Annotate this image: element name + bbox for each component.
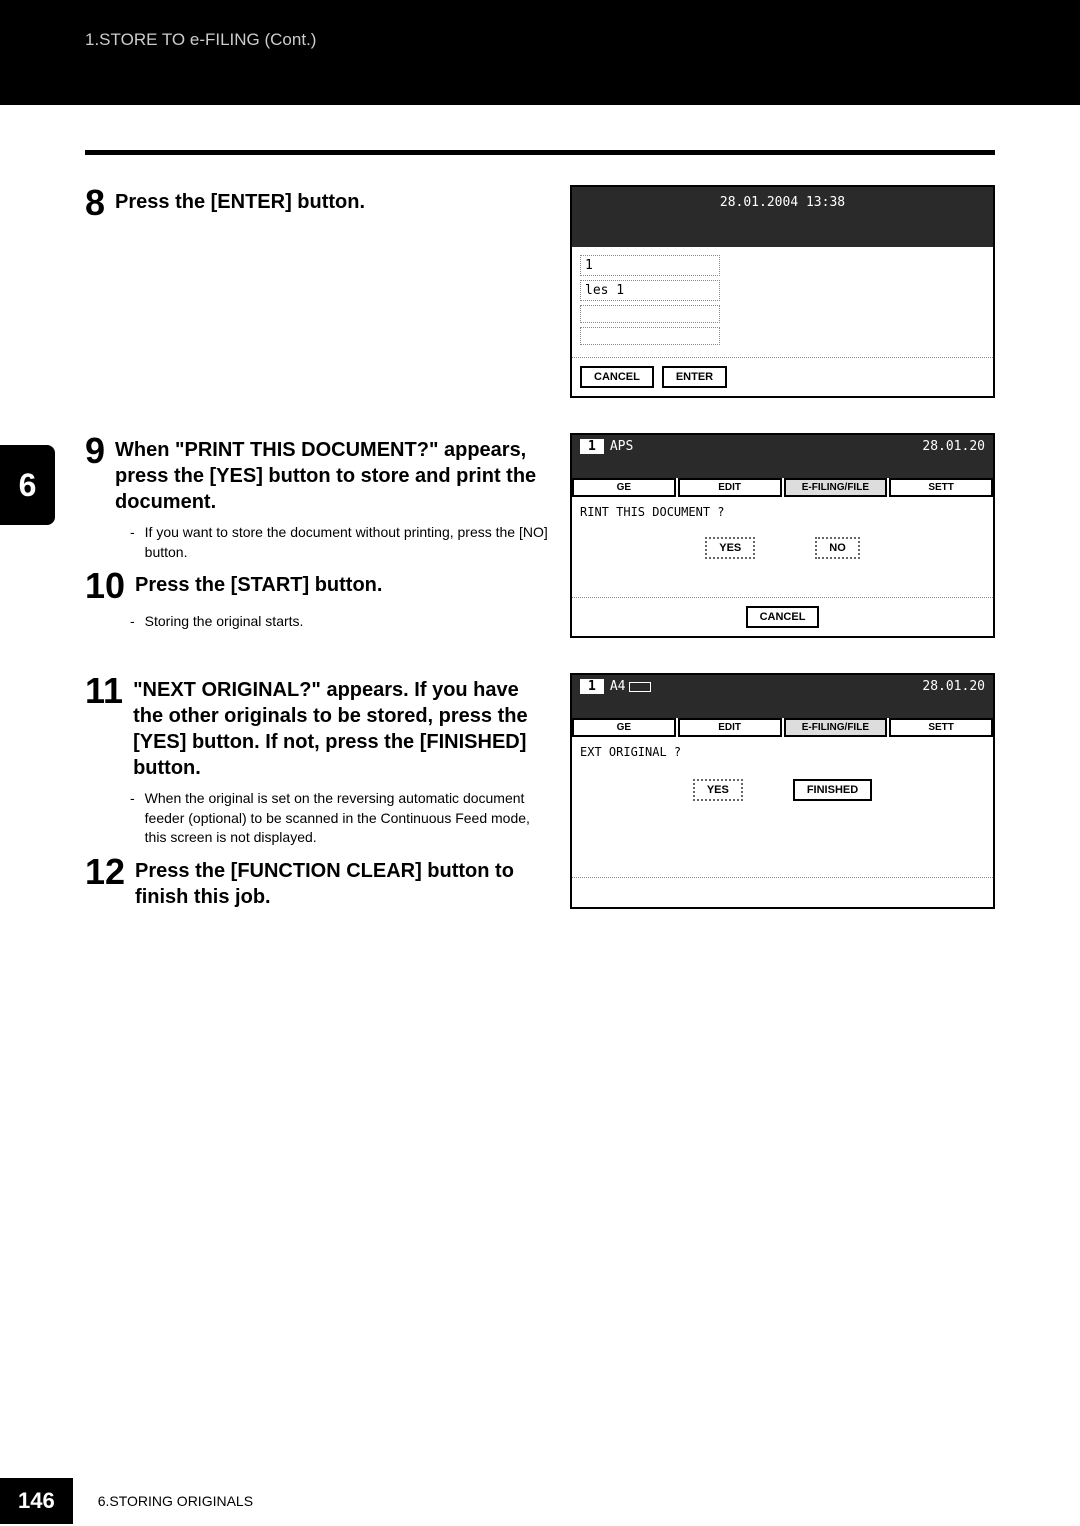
divider-rule — [85, 150, 995, 155]
page-footer: 146 6.STORING ORIGINALS — [0, 1476, 1080, 1526]
footer-chapter: 6.STORING ORIGINALS — [98, 1493, 253, 1509]
tab-ge[interactable]: GE — [572, 718, 676, 737]
screenshot-enter: 28.01.2004 13:38 1 les 1 CANCEL ENTER — [570, 185, 995, 398]
lcd-mode: APS — [610, 439, 633, 454]
lcd-field — [580, 305, 720, 323]
step-8: 8 Press the [ENTER] button. 28.01.2004 1… — [85, 185, 995, 398]
bullet-dash: - — [130, 523, 135, 562]
step-bullet: - If you want to store the document with… — [130, 523, 550, 562]
screenshot-next-original: 1 A4 28.01.20 GE EDIT E-FILING/FILE SETT… — [570, 673, 995, 909]
lcd-badge: 1 — [580, 439, 604, 454]
lcd-badge: 1 — [580, 679, 604, 694]
lcd-prompt: RINT THIS DOCUMENT ? — [580, 505, 985, 519]
no-button[interactable]: NO — [815, 537, 860, 559]
screenshot-print-doc: 1 APS 28.01.20 GE EDIT E-FILING/FILE SET… — [570, 433, 995, 638]
page-number: 146 — [0, 1478, 73, 1524]
content-area: 8 Press the [ENTER] button. 28.01.2004 1… — [0, 105, 1080, 910]
step-title: "NEXT ORIGINAL?" appears. If you have th… — [133, 673, 550, 781]
lcd-tabs: GE EDIT E-FILING/FILE SETT — [572, 718, 993, 737]
tab-ge[interactable]: GE — [572, 478, 676, 497]
lcd-field: 1 — [580, 255, 720, 276]
paper-icon — [629, 682, 651, 692]
bullet-text: If you want to store the document withou… — [145, 523, 550, 562]
step-bullet: - When the original is set on the revers… — [130, 789, 550, 848]
cancel-button[interactable]: CANCEL — [746, 606, 820, 628]
lcd-header: 1 A4 28.01.20 — [572, 675, 993, 698]
lcd-date: 28.01.20 — [922, 679, 985, 694]
tab-efiling[interactable]: E-FILING/FILE — [784, 478, 888, 497]
step-9-10: 9 When "PRINT THIS DOCUMENT?" appears, p… — [85, 433, 995, 638]
lcd-date: 28.01.20 — [922, 439, 985, 454]
bullet-dash: - — [130, 789, 135, 848]
yes-button[interactable]: YES — [693, 779, 743, 801]
lcd-mode: A4 — [610, 679, 626, 694]
bullet-text: When the original is set on the reversin… — [145, 789, 550, 848]
enter-button[interactable]: ENTER — [662, 366, 727, 388]
lcd-header: 28.01.2004 13:38 — [572, 187, 993, 247]
step-number: 11 — [85, 673, 123, 709]
step-title: Press the [ENTER] button. — [115, 185, 365, 215]
step-11-12: 11 "NEXT ORIGINAL?" appears. If you have… — [85, 673, 995, 910]
finished-button[interactable]: FINISHED — [793, 779, 872, 801]
breadcrumb: 1.STORE TO e-FILING (Cont.) — [85, 30, 316, 49]
step-title: Press the [FUNCTION CLEAR] button to fin… — [135, 854, 550, 910]
step-title: When "PRINT THIS DOCUMENT?" appears, pre… — [115, 433, 550, 515]
yes-button[interactable]: YES — [705, 537, 755, 559]
step-number: 9 — [85, 433, 105, 469]
tab-efiling[interactable]: E-FILING/FILE — [784, 718, 888, 737]
lcd-prompt: EXT ORIGINAL ? — [580, 745, 985, 759]
step-number: 10 — [85, 568, 125, 604]
tab-edit[interactable]: EDIT — [678, 718, 782, 737]
lcd-datetime: 28.01.2004 13:38 — [720, 195, 845, 210]
bullet-dash: - — [130, 612, 135, 632]
tab-sett[interactable]: SETT — [889, 478, 993, 497]
lcd-field: les 1 — [580, 280, 720, 301]
step-bullet: - Storing the original starts. — [130, 612, 550, 632]
step-number: 12 — [85, 854, 125, 890]
step-number: 8 — [85, 185, 105, 221]
bullet-text: Storing the original starts. — [145, 612, 304, 632]
tab-sett[interactable]: SETT — [889, 718, 993, 737]
cancel-button[interactable]: CANCEL — [580, 366, 654, 388]
lcd-tabs: GE EDIT E-FILING/FILE SETT — [572, 478, 993, 497]
lcd-field — [580, 327, 720, 345]
header-bar: 1.STORE TO e-FILING (Cont.) — [0, 0, 1080, 105]
step-title: Press the [START] button. — [135, 568, 382, 598]
tab-edit[interactable]: EDIT — [678, 478, 782, 497]
lcd-header: 1 APS 28.01.20 — [572, 435, 993, 458]
